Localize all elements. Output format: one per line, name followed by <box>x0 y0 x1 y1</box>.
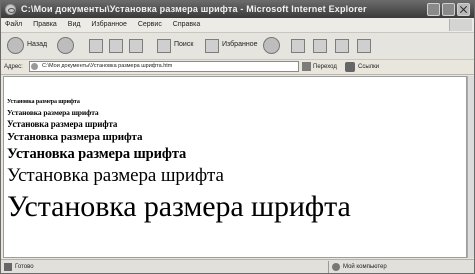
minimize-button[interactable] <box>427 3 440 16</box>
menu-view[interactable]: Вид <box>68 21 81 28</box>
menu-bar: Файл Правка Вид Избранное Сервис Справка <box>1 18 474 33</box>
search-button-label[interactable]: Поиск <box>174 41 193 48</box>
discuss-icon[interactable] <box>357 39 371 53</box>
font-size-line-2: Установка размера шрифта <box>7 108 99 117</box>
title-bar: C:\Мои документы\Установка размера шрифт… <box>1 1 474 18</box>
menu-edit[interactable]: Правка <box>33 21 57 28</box>
menu-tools[interactable]: Сервис <box>138 21 162 28</box>
maximize-button[interactable] <box>442 3 455 16</box>
close-button[interactable] <box>457 3 470 16</box>
go-button-label[interactable]: Переход <box>313 60 337 74</box>
status-divider <box>328 261 329 273</box>
font-size-line-7: Установка размера шрифта <box>7 190 351 223</box>
page-done-icon <box>4 263 12 271</box>
menu-file[interactable]: Файл <box>5 21 22 28</box>
favorites-button-label[interactable]: Избранное <box>222 41 257 48</box>
menu-favorites[interactable]: Избранное <box>91 21 126 28</box>
font-size-line-5: Установка размера шрифта <box>7 146 187 162</box>
status-text: Готово <box>15 264 34 270</box>
font-size-line-6: Установка размера шрифта <box>7 165 224 186</box>
mail-icon[interactable] <box>291 39 305 53</box>
go-arrow-icon[interactable] <box>302 62 311 71</box>
font-size-line-1: Установка размера шрифта <box>7 99 80 105</box>
vertical-scrollbar[interactable] <box>467 76 474 258</box>
page-content: Установка размера шрифта Установка разме… <box>3 76 467 258</box>
page-icon <box>31 63 38 70</box>
windows-logo-icon <box>449 19 472 31</box>
security-zone-text: Мой компьютер <box>343 264 387 270</box>
links-icon[interactable] <box>345 62 355 72</box>
favorites-star-icon[interactable] <box>205 39 219 53</box>
history-icon[interactable] <box>263 37 280 54</box>
standard-toolbar: Назад Поиск Избранное <box>1 33 474 60</box>
print-icon[interactable] <box>313 39 327 53</box>
forward-arrow-icon[interactable] <box>57 37 74 54</box>
search-icon[interactable] <box>157 39 171 53</box>
stop-icon[interactable] <box>89 39 103 53</box>
status-bar: Готово Мой компьютер <box>1 259 474 273</box>
address-label: Адрес: <box>4 64 23 70</box>
back-button-label[interactable]: Назад <box>27 41 47 48</box>
links-label[interactable]: Ссылки <box>358 60 379 74</box>
font-size-line-4: Установка размера шрифта <box>7 131 143 143</box>
home-icon[interactable] <box>129 39 143 53</box>
address-input[interactable]: C:\Мои документы\Установка размера шрифт… <box>29 61 299 72</box>
back-arrow-icon[interactable] <box>7 37 24 54</box>
edit-icon[interactable] <box>335 39 349 53</box>
window-controls <box>427 3 470 16</box>
internet-explorer-icon <box>5 4 16 15</box>
window-title: C:\Мои документы\Установка размера шрифт… <box>21 4 367 14</box>
font-size-line-3: Установка размера шрифта <box>7 119 118 129</box>
refresh-icon[interactable] <box>109 39 123 53</box>
menu-help[interactable]: Справка <box>173 21 200 28</box>
address-bar: Адрес: C:\Мои документы\Установка размер… <box>1 60 474 75</box>
browser-window: C:\Мои документы\Установка размера шрифт… <box>0 0 475 274</box>
my-computer-icon <box>332 263 340 271</box>
